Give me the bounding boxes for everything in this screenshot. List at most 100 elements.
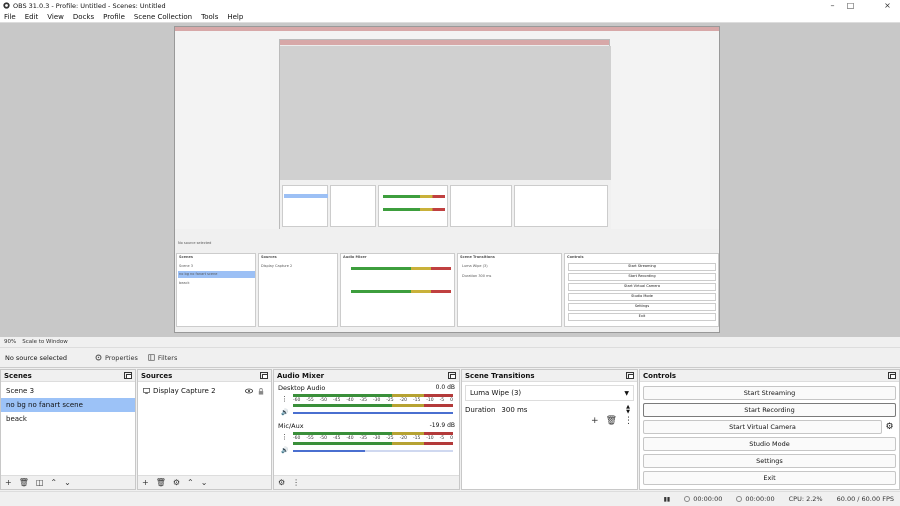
mixer-toolbar: ⚙ ⋮ [274, 475, 459, 489]
zoom-level[interactable]: 90% [4, 339, 16, 345]
exit-button[interactable]: Exit [643, 471, 896, 485]
scene-item-selected[interactable]: no bg no fanart scene [1, 398, 135, 412]
speaker-icon[interactable]: 🔊 [281, 447, 288, 454]
source-status: No source selected [5, 353, 67, 362]
channel-name: Mic/Aux [278, 422, 304, 430]
scenes-toolbar: + 🗑 ◫ ⌃ ⌄ [1, 475, 135, 489]
duration-label: Duration [465, 406, 496, 414]
transition-select[interactable]: Luma Wipe (3) ▼ [465, 385, 634, 401]
more-options-icon[interactable]: ⋮ [624, 416, 633, 426]
duration-row: Duration 300 ms ▲ ▼ [465, 403, 634, 417]
meter-ticks: -60 -55 -50 -45 -40 -35 -30 -25 -20 -15 -10 -5 0 [293, 436, 453, 441]
filters-label: Filters [157, 353, 178, 362]
start-streaming-button[interactable]: Start Streaming [643, 386, 896, 400]
menu-profile[interactable]: Profile [103, 13, 125, 21]
menu-view[interactable]: View [47, 13, 64, 21]
lock-icon[interactable] [258, 387, 264, 395]
volume-slider-fill [293, 412, 453, 414]
monitor-icon [143, 388, 150, 394]
sources-title: Sources [141, 371, 173, 380]
audio-mixer-dock: Audio Mixer Desktop Audio 0.0 dB ⋮ -60 -5… [273, 369, 460, 490]
start-virtual-camera-button[interactable]: Start Virtual Camera [643, 420, 882, 434]
mixer-channel-mic-aux: Mic/Aux -19.9 dB ⋮ -60 -55 -50 -45 -40 -35 -30… [278, 420, 455, 456]
sources-toolbar: + 🗑 ⚙ ⌃ ⌄ [138, 475, 271, 489]
scene-transitions-title: Scene Transitions [465, 371, 535, 380]
undock-icon[interactable] [124, 372, 132, 379]
transition-value: Luma Wipe (3) [470, 389, 522, 397]
menu-bar: File Edit View Docks Profile Scene Colle… [0, 11, 900, 23]
scene-item[interactable]: beack [1, 412, 135, 426]
gear-icon [95, 354, 102, 361]
channel-db: -19.9 dB [429, 422, 455, 429]
scenes-dock: Scenes Scene 3 no bg no fanart scene bea… [0, 369, 136, 490]
remove-source-icon[interactable]: 🗑 [156, 478, 166, 487]
undock-icon[interactable] [626, 372, 634, 379]
preview-canvas[interactable]: No source selected Scenes Scene 3 no bg … [174, 26, 720, 333]
source-item[interactable]: Display Capture 2 [138, 384, 271, 398]
properties-label: Properties [105, 353, 138, 362]
move-up-icon[interactable]: ⌃ [50, 478, 57, 487]
window-title: OBS 31.0.3 - Profile: Untitled - Scenes:… [13, 1, 166, 10]
scale-mode[interactable]: Scale to Window [22, 339, 68, 345]
close-button[interactable]: × [880, 0, 895, 11]
sources-dock: Sources Display Capture 2 + 🗑 ⚙ ⌃ ⌄ [137, 369, 272, 490]
more-options-icon[interactable]: ⋮ [281, 433, 288, 441]
maximize-button[interactable]: □ [843, 0, 858, 11]
stream-status: 00:00:00 [684, 495, 722, 503]
context-bar: No source selected Properties Filters [0, 347, 900, 368]
menu-help[interactable]: Help [227, 13, 243, 21]
undock-icon[interactable] [260, 372, 268, 379]
move-down-icon[interactable]: ⌄ [64, 478, 71, 487]
add-source-icon[interactable]: + [142, 478, 149, 487]
settings-button[interactable]: Settings [643, 454, 896, 468]
add-transition-icon[interactable]: + [591, 416, 599, 426]
filter-icon[interactable]: ◫ [36, 478, 44, 487]
controls-dock: Controls Start Streaming Start Recording… [639, 369, 900, 490]
menu-file[interactable]: File [4, 13, 16, 21]
preview-scale-bar: 90% Scale to Window [0, 337, 900, 347]
undock-icon[interactable] [888, 372, 896, 379]
speaker-icon[interactable]: 🔊 [281, 409, 288, 416]
audio-mixer-title: Audio Mixer [277, 371, 325, 380]
cpu-usage: CPU: 2.2% [788, 495, 823, 503]
chevron-down-icon: ▼ [624, 389, 629, 397]
title-bar: OBS 31.0.3 - Profile: Untitled - Scenes:… [0, 0, 900, 11]
start-recording-button[interactable]: Start Recording [643, 403, 896, 417]
advanced-audio-icon[interactable]: ⚙ [278, 478, 285, 487]
record-icon [736, 496, 743, 502]
eye-icon[interactable] [245, 388, 253, 394]
properties-button[interactable]: Properties [95, 354, 138, 362]
channel-db: 0.0 dB [435, 384, 455, 391]
network-icon: ▮▮ [663, 495, 671, 503]
more-options-icon[interactable]: ⋮ [281, 395, 288, 403]
add-scene-icon[interactable]: + [5, 478, 12, 487]
remove-transition-icon[interactable]: 🗑 [606, 416, 617, 426]
scene-transitions-dock: Scene Transitions Luma Wipe (3) ▼ Durati… [461, 369, 638, 490]
move-down-icon[interactable]: ⌄ [201, 478, 208, 487]
volume-slider-fill [293, 450, 365, 452]
duration-input[interactable]: 300 ms [501, 406, 527, 414]
volume-meter [293, 394, 453, 397]
volume-meter [293, 404, 453, 407]
filter-icon [148, 354, 155, 361]
record-time: 00:00:00 [745, 495, 775, 503]
remove-scene-icon[interactable]: 🗑 [19, 478, 29, 487]
mixer-channel-desktop-audio: Desktop Audio 0.0 dB ⋮ -60 -55 -50 -45 -40 -3… [278, 382, 455, 418]
transition-toolbar: + 🗑 ⋮ [591, 416, 633, 426]
menu-tools[interactable]: Tools [201, 13, 218, 21]
menu-scene-collection[interactable]: Scene Collection [134, 13, 192, 21]
filters-button[interactable]: Filters [148, 354, 177, 362]
menu-docks[interactable]: Docks [73, 13, 94, 21]
studio-mode-button[interactable]: Studio Mode [643, 437, 896, 451]
virtual-camera-settings-icon[interactable]: ⚙ [883, 420, 896, 434]
record-status: 00:00:00 [736, 495, 775, 503]
move-up-icon[interactable]: ⌃ [187, 478, 194, 487]
menu-edit[interactable]: Edit [25, 13, 39, 21]
undock-icon[interactable] [448, 372, 456, 379]
stream-icon [684, 496, 691, 502]
gear-icon[interactable]: ⚙ [173, 478, 180, 487]
more-options-icon[interactable]: ⋮ [292, 478, 300, 487]
spinner-icon[interactable]: ▲ ▼ [626, 405, 630, 415]
scene-item[interactable]: Scene 3 [1, 384, 135, 398]
minimize-button[interactable]: – [825, 0, 840, 11]
